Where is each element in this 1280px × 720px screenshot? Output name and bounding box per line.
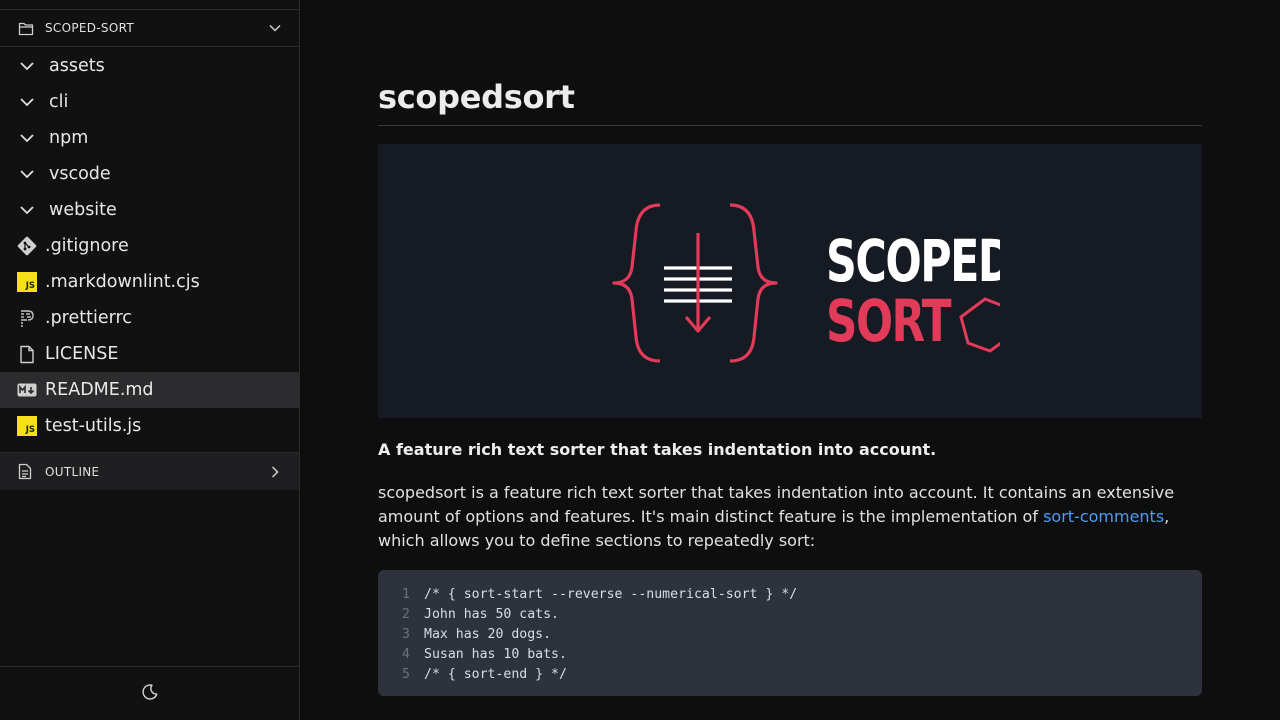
code-block: 1 /* { sort-start --reverse --numerical-s… [378,570,1202,696]
tree-file-license[interactable]: LICENSE [0,336,299,372]
sort-comments-link[interactable]: sort-comments [1043,507,1164,526]
line-number: 3 [402,626,410,642]
code-line: 1 /* { sort-start --reverse --numerical-s… [378,584,1202,604]
chevron-right-icon[interactable] [267,464,283,480]
tree-file-prettierrc[interactable]: .prettierrc [0,300,299,336]
code-line: 3 Max has 20 dogs. [378,624,1202,644]
moon-icon[interactable] [141,683,159,705]
sidebar-footer [0,666,299,720]
tree-item-label: README.md [45,380,154,400]
sidebar: SCOPED-SORT assets cli npm vscode websit… [0,0,300,720]
tree-file-markdownlint[interactable]: JS .markdownlint.cjs [0,264,299,300]
tree-file-readme[interactable]: README.md [0,372,299,408]
file-tree: assets cli npm vscode website .gitignore… [0,47,299,444]
tree-folder-vscode[interactable]: vscode [0,156,299,192]
tree-folder-cli[interactable]: cli [0,84,299,120]
prettier-icon [17,308,37,328]
code-text: /* { sort-end } */ [424,666,567,682]
code-line: 5 /* { sort-end } */ [378,664,1202,684]
document-icon [18,463,36,481]
logo-banner: SCOPED SORT [378,144,1202,418]
code-text: John has 50 cats. [424,606,559,622]
tree-item-label: npm [49,128,89,148]
outline-header[interactable]: OUTLINE [0,452,299,490]
tree-file-test-utils[interactable]: JS test-utils.js [0,408,299,444]
logo-text-line2: SORT [826,287,952,355]
chevron-down-icon [17,128,37,148]
line-number: 4 [402,646,410,662]
git-icon [17,236,37,256]
code-text: Susan has 10 bats. [424,646,567,662]
explorer-title: SCOPED-SORT [45,21,134,35]
code-line: 4 Susan has 10 bats. [378,644,1202,664]
tree-item-label: assets [49,56,105,76]
line-number: 5 [402,666,410,682]
code-text: /* { sort-start --reverse --numerical-so… [424,586,798,602]
tree-item-label: .markdownlint.cjs [45,272,200,292]
lead-text: A feature rich text sorter that takes in… [378,440,937,459]
javascript-icon: JS [17,416,37,436]
outline-title: OUTLINE [45,464,100,479]
tree-item-label: cli [49,92,69,112]
scopedsort-logo: SCOPED SORT [612,203,1000,363]
chevron-down-icon [17,164,37,184]
scrollbar[interactable] [1270,0,1280,720]
logo-text-line1: SCOPED [826,227,1000,295]
tree-item-label: .gitignore [45,236,129,256]
javascript-icon: JS [17,272,37,292]
description-paragraph: scopedsort is a feature rich text sorter… [378,481,1202,553]
folder-open-icon [18,19,36,37]
chevron-down-icon[interactable] [267,20,283,36]
chevron-down-icon [17,56,37,76]
tree-item-label: website [49,200,117,220]
code-text: Max has 20 dogs. [424,626,552,642]
tree-folder-website[interactable]: website [0,192,299,228]
code-line: 2 John has 50 cats. [378,604,1202,624]
tree-item-label: .prettierrc [45,308,132,328]
tree-item-label: LICENSE [45,344,119,364]
explorer-header[interactable]: SCOPED-SORT [0,9,299,47]
chevron-down-icon [17,92,37,112]
tree-item-label: test-utils.js [45,416,142,436]
line-number: 1 [402,586,410,602]
markdown-content: scopedsort SCOPED SORT A feature rich te… [378,78,1202,696]
readme-preview: scopedsort SCOPED SORT A feature rich te… [300,0,1280,720]
file-icon [17,344,37,364]
chevron-down-icon [17,200,37,220]
tree-item-label: vscode [49,164,111,184]
page-title: scopedsort [378,78,1202,126]
line-number: 2 [402,606,410,622]
tree-file-gitignore[interactable]: .gitignore [0,228,299,264]
tree-folder-npm[interactable]: npm [0,120,299,156]
tree-folder-assets[interactable]: assets [0,48,299,84]
markdown-icon [17,380,37,400]
